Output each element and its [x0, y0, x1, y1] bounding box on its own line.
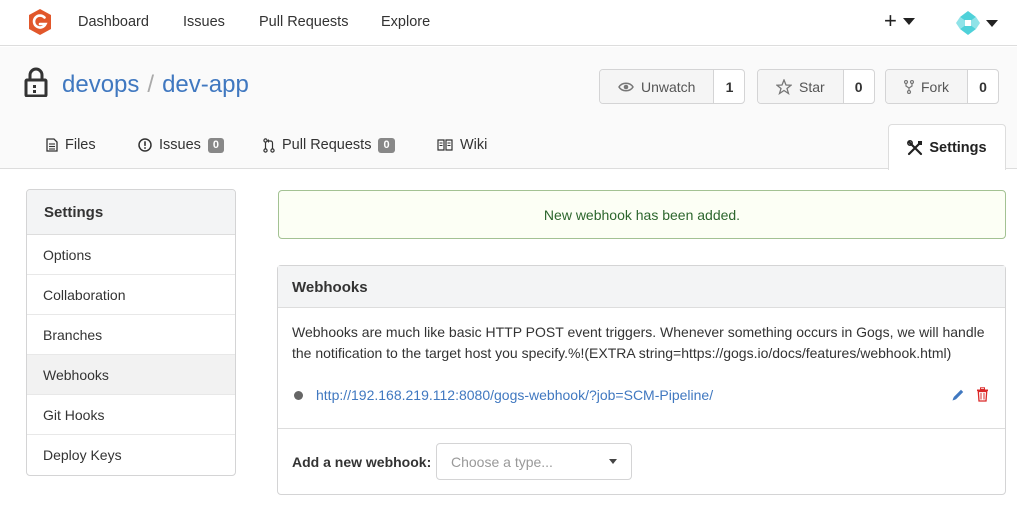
webhook-item: http://192.168.219.112:8080/gogs-webhook… [292, 386, 992, 406]
user-menu-dropdown[interactable] [954, 9, 998, 37]
lock-icon [24, 67, 48, 97]
tab-settings[interactable]: Settings [888, 124, 1006, 170]
fork-count[interactable]: 0 [968, 70, 998, 103]
watch-count[interactable]: 1 [714, 70, 744, 103]
caret-down-icon [986, 19, 998, 27]
tab-pull-requests[interactable]: Pull Requests 0 [263, 137, 395, 153]
tab-issues-label: Issues [159, 137, 201, 153]
pencil-icon[interactable] [951, 388, 965, 402]
nav-issues[interactable]: Issues [183, 14, 225, 30]
tab-settings-label: Settings [929, 139, 987, 156]
star-button-group: Star 0 [757, 69, 875, 104]
select-placeholder: Choose a type... [451, 454, 553, 470]
tools-icon [907, 139, 923, 155]
star-button[interactable]: Star [758, 70, 844, 103]
repo-separator: / [147, 71, 155, 98]
sidebar-item-git-hooks[interactable]: Git Hooks [27, 395, 235, 435]
create-new-dropdown[interactable]: + [884, 10, 915, 32]
eye-icon [618, 82, 634, 91]
nav-explore[interactable]: Explore [381, 14, 430, 30]
webhooks-panel: Webhooks Webhooks are much like basic HT… [277, 265, 1006, 495]
sidebar-item-collaboration[interactable]: Collaboration [27, 275, 235, 315]
webhooks-description: Webhooks are much like basic HTTP POST e… [292, 324, 985, 361]
unwatch-button[interactable]: Unwatch [600, 70, 715, 103]
repo-owner-link[interactable]: devops [62, 71, 139, 98]
book-icon [437, 139, 453, 151]
file-icon [46, 138, 58, 152]
sidebar-item-deploy-keys[interactable]: Deploy Keys [27, 435, 235, 475]
sidebar-item-branches[interactable]: Branches [27, 315, 235, 355]
issue-opened-icon [138, 138, 152, 152]
tab-files-label: Files [65, 137, 96, 153]
repo-header: devops / dev-app Unwatch 1 Star 0 Fork 0… [0, 47, 1017, 170]
trash-icon[interactable] [976, 387, 989, 402]
panel-divider [278, 428, 1005, 429]
gogs-logo-icon[interactable] [26, 8, 54, 36]
plus-icon: + [884, 8, 897, 33]
caret-down-icon [609, 459, 617, 464]
tab-wiki[interactable]: Wiki [437, 137, 487, 153]
add-webhook-label: Add a new webhook: [292, 454, 432, 470]
nav-pull-requests[interactable]: Pull Requests [259, 14, 348, 30]
top-navbar: Dashboard Issues Pull Requests Explore + [0, 0, 1017, 46]
pull-requests-count-badge: 0 [378, 137, 395, 153]
avatar [954, 9, 982, 37]
star-icon [776, 78, 792, 95]
nav-dashboard[interactable]: Dashboard [78, 14, 149, 30]
fork-label: Fork [921, 78, 949, 95]
repo-name-link[interactable]: dev-app [162, 71, 249, 98]
sidebar-item-options[interactable]: Options [27, 235, 235, 275]
webhooks-title: Webhooks [278, 266, 1005, 308]
webhook-type-select[interactable]: Choose a type... [436, 443, 632, 480]
git-pull-request-icon [263, 137, 275, 153]
settings-sidebar: Settings Options Collaboration Branches … [26, 189, 236, 476]
star-label: Star [799, 78, 825, 95]
webhook-url-link[interactable]: http://192.168.219.112:8080/gogs-webhook… [316, 387, 713, 403]
tab-wiki-label: Wiki [460, 137, 488, 153]
fork-button[interactable]: Fork [886, 70, 968, 103]
issues-count-badge: 0 [207, 137, 225, 153]
success-flash-message: New webhook has been added. [278, 190, 1006, 239]
sidebar-title: Settings [27, 190, 235, 235]
tab-files[interactable]: Files [46, 137, 96, 153]
status-dot-icon [294, 391, 303, 400]
watch-button-group: Unwatch 1 [599, 69, 746, 104]
repo-title: devops / dev-app [62, 71, 249, 99]
caret-down-icon [902, 17, 915, 25]
tab-pull-requests-label: Pull Requests [282, 137, 372, 153]
flash-text: New webhook has been added. [543, 206, 741, 223]
fork-button-group: Fork 0 [885, 69, 999, 104]
tab-issues[interactable]: Issues 0 [138, 137, 225, 153]
sidebar-item-webhooks[interactable]: Webhooks [27, 355, 235, 395]
unwatch-label: Unwatch [641, 78, 696, 95]
star-count[interactable]: 0 [844, 70, 874, 103]
fork-icon [904, 79, 914, 94]
